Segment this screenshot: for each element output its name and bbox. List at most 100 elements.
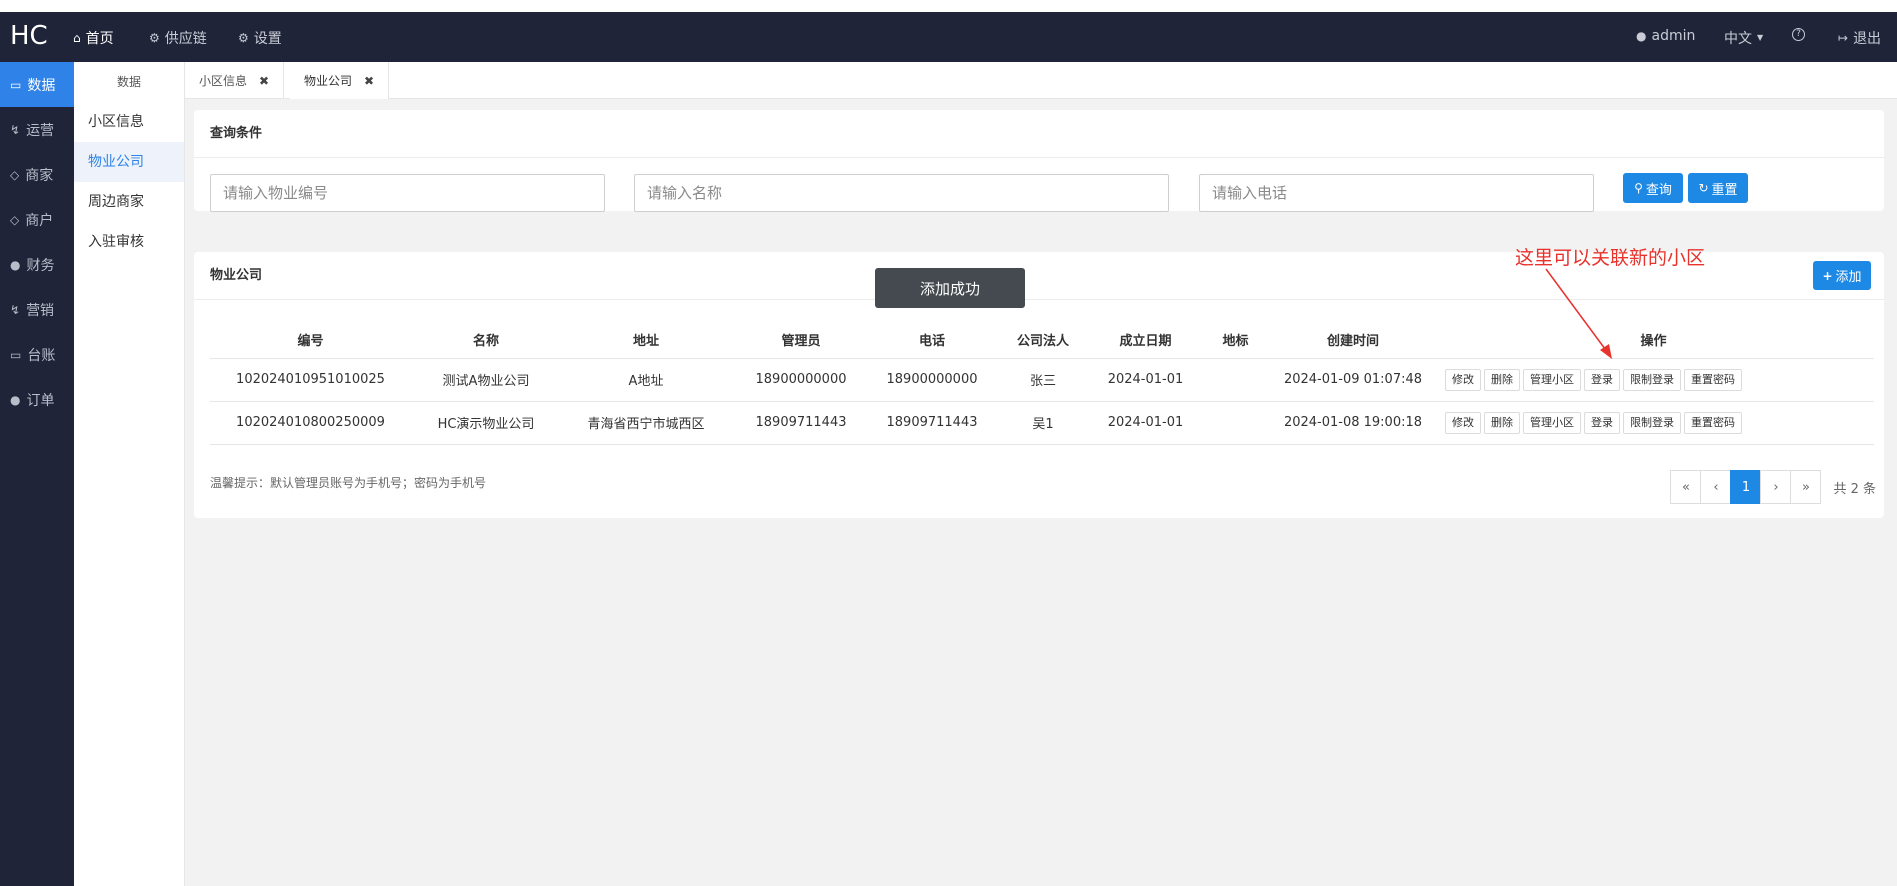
column-header: 编号 (210, 322, 411, 359)
first-page-button[interactable]: « (1670, 470, 1702, 504)
search-card-title: 查询条件 (194, 110, 1884, 158)
left-nav-operations[interactable]: ↯ 运营 (0, 107, 74, 152)
left-nav-label: 数据 (27, 77, 56, 94)
column-header: 操作 (1433, 322, 1874, 359)
sub-nav-community-info[interactable]: 小区信息 (74, 102, 184, 142)
query-button[interactable]: ⚲ 查询 (1623, 173, 1683, 203)
column-header: 公司法人 (993, 322, 1093, 359)
add-button[interactable]: + 添加 (1813, 261, 1871, 290)
main-content: 小区信息 ✖ 物业公司 ✖ 查询条件 ⚲ 查询 ↻ 重置 物业公司 + 添加 (185, 62, 1897, 886)
left-nav-finance[interactable]: ● 财务 (0, 242, 74, 287)
pagination: « ‹ 1 › » 共 2 条 (1670, 470, 1876, 504)
cell-phone: 18900000000 (871, 358, 993, 402)
edit-button[interactable]: 修改 (1445, 368, 1481, 391)
sub-nav-nearby-merchants[interactable]: 周边商家 (74, 182, 184, 222)
column-header: 地址 (561, 322, 731, 359)
language-label: 中文 (1724, 31, 1752, 47)
language-dropdown[interactable]: 中文 ▼ (1724, 28, 1763, 48)
total-count: 共 2 条 (1833, 481, 1876, 497)
annotation-arrow-icon (1545, 268, 1612, 359)
cell-legal: 张三 (993, 358, 1093, 402)
help-button[interactable]: ? (1792, 28, 1805, 41)
column-header: 名称 (411, 322, 561, 359)
manage-community-button[interactable]: 管理小区 (1523, 368, 1581, 391)
home-icon: ⌂ (73, 31, 81, 45)
tab-bar: 小区信息 ✖ 物业公司 ✖ (185, 62, 1897, 99)
left-nav-label: 财务 (26, 257, 55, 274)
diamond-icon: ◇ (10, 167, 20, 182)
cell-admin: 18900000000 (731, 358, 871, 402)
user-name: admin (1651, 28, 1696, 44)
tab-property-company[interactable]: 物业公司 ✖ (290, 62, 390, 99)
globe-icon: ● (10, 257, 21, 272)
left-nav-merchants[interactable]: ◇ 商家 (0, 152, 74, 197)
logout-label: 退出 (1853, 31, 1882, 47)
sub-nav-property-company[interactable]: 物业公司 (74, 142, 184, 182)
gear-icon: ⚙ (238, 31, 249, 45)
name-input[interactable] (634, 174, 1169, 212)
prev-page-button[interactable]: ‹ (1700, 470, 1732, 504)
column-header: 地标 (1198, 322, 1273, 359)
tab-community-info[interactable]: 小区信息 ✖ (185, 62, 285, 99)
property-code-input[interactable] (210, 174, 605, 212)
cell-admin: 18909711443 (731, 401, 871, 445)
page-1-button[interactable]: 1 (1730, 470, 1762, 504)
left-nav-label: 商户 (25, 212, 54, 229)
table-row: 102024010951010025 测试A物业公司 A地址 189000000… (210, 358, 1874, 402)
top-nav-label: 设置 (253, 31, 282, 47)
restrict-login-button[interactable]: 限制登录 (1623, 411, 1681, 434)
next-page-button[interactable]: › (1760, 470, 1792, 504)
phone-input[interactable] (1199, 174, 1594, 212)
reset-button[interactable]: ↻ 重置 (1688, 173, 1748, 203)
login-button[interactable]: 登录 (1584, 411, 1620, 434)
user-menu[interactable]: ● admin (1636, 28, 1695, 44)
close-icon[interactable]: ✖ (364, 74, 374, 88)
left-nav-label: 营销 (26, 302, 55, 319)
cell-address: A地址 (561, 358, 731, 402)
last-page-button[interactable]: » (1790, 470, 1822, 504)
manage-community-button[interactable]: 管理小区 (1523, 411, 1581, 434)
left-nav-ledger[interactable]: ▭ 台账 (0, 332, 74, 377)
left-nav-orders[interactable]: ● 订单 (0, 377, 74, 422)
cell-founded: 2024-01-01 (1093, 358, 1198, 402)
secondary-sidebar-title: 数据 (116, 75, 141, 89)
cell-code: 102024010800250009 (210, 401, 411, 445)
cell-landmark (1198, 401, 1273, 445)
top-nav-label: 首页 (85, 31, 114, 47)
tab-label: 物业公司 (304, 74, 353, 88)
cell-actions: 修改 删除 管理小区 登录 限制登录 重置密码 (1433, 358, 1874, 402)
login-button[interactable]: 登录 (1584, 368, 1620, 391)
property-company-table: 编号 名称 地址 管理员 电话 公司法人 成立日期 地标 创建时间 操作 102… (210, 322, 1874, 445)
reset-password-button[interactable]: 重置密码 (1684, 411, 1742, 434)
sub-nav-settle-review[interactable]: 入驻审核 (74, 222, 184, 262)
reset-label: 重置 (1711, 182, 1738, 198)
top-nav-settings[interactable]: ⚙ 设置 (238, 28, 282, 48)
column-header: 创建时间 (1273, 322, 1433, 359)
search-card: 查询条件 ⚲ 查询 ↻ 重置 (194, 110, 1884, 212)
top-nav-home[interactable]: ⌂ 首页 (73, 28, 114, 48)
top-nav-label: 供应链 (164, 31, 207, 47)
reset-password-button[interactable]: 重置密码 (1684, 368, 1742, 391)
restrict-login-button[interactable]: 限制登录 (1623, 368, 1681, 391)
delete-button[interactable]: 删除 (1484, 411, 1520, 434)
caret-down-icon: ▼ (1757, 33, 1764, 42)
diamond-icon: ◇ (10, 212, 20, 227)
left-nav-label: 台账 (27, 347, 56, 364)
refresh-icon: ↻ (1698, 181, 1709, 195)
left-nav-data[interactable]: ▭ 数据 (0, 62, 74, 107)
top-bar: HC ⌂ 首页 ⚙ 供应链 ⚙ 设置 ● admin 中文 ▼ ? ↦ 退出 (0, 12, 1897, 62)
top-nav-supply-chain[interactable]: ⚙ 供应链 (149, 28, 207, 48)
secondary-sidebar: 数据 小区信息 物业公司 周边商家 入驻审核 (74, 62, 185, 886)
cell-created: 2024-01-08 19:00:18 (1273, 401, 1433, 445)
close-icon[interactable]: ✖ (259, 74, 269, 88)
tip-text: 温馨提示：默认管理员账号为手机号；密码为手机号 (210, 476, 487, 490)
column-header: 电话 (871, 322, 993, 359)
delete-button[interactable]: 删除 (1484, 368, 1520, 391)
left-nav-shops[interactable]: ◇ 商户 (0, 197, 74, 242)
edit-button[interactable]: 修改 (1445, 411, 1481, 434)
logout-button[interactable]: ↦ 退出 (1838, 28, 1881, 48)
left-nav-marketing[interactable]: ↯ 营销 (0, 287, 74, 332)
bolt-icon: ↯ (10, 302, 21, 317)
search-icon: ⚲ (1634, 181, 1643, 195)
cell-actions: 修改 删除 管理小区 登录 限制登录 重置密码 (1433, 401, 1874, 445)
